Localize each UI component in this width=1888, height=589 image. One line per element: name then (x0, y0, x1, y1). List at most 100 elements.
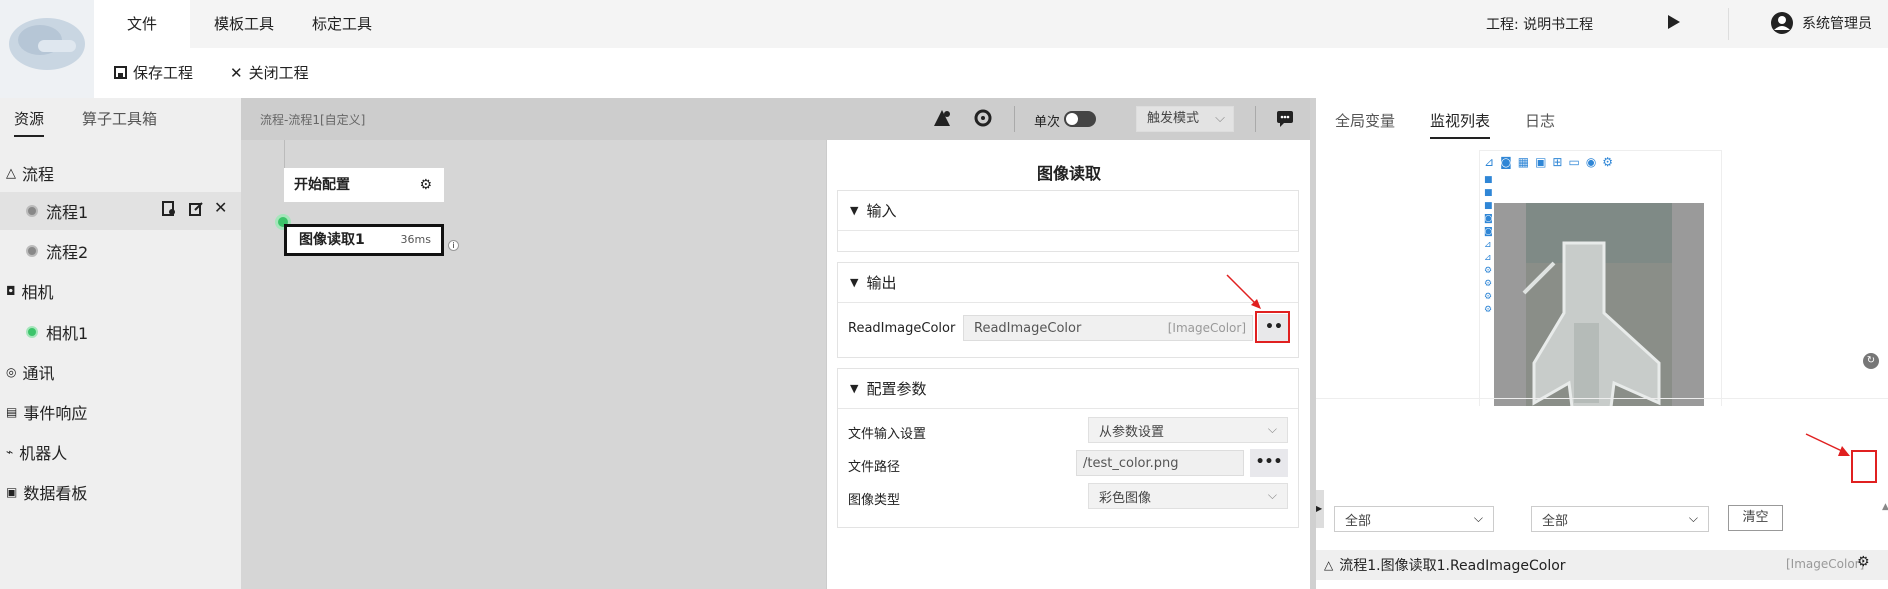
node-image-read[interactable]: 图像读取1 36ms (284, 224, 444, 256)
image-type-select[interactable]: 彩色图像 ⌵ (1088, 483, 1288, 509)
chevron-down-icon: ⌵ (1688, 511, 1698, 525)
filter2-value: 全部 (1542, 513, 1569, 529)
file-input-label: 文件输入设置 (848, 427, 927, 442)
chevron-down-icon: ⌵ (1267, 422, 1277, 436)
gear-icon[interactable]: ⚙ (419, 168, 432, 202)
tree-camera1[interactable]: 相机1 (0, 313, 241, 351)
tree-event[interactable]: ▤ 事件响应 (0, 393, 241, 431)
tree-comm[interactable]: ◎ 通讯 (0, 353, 241, 391)
triangle-down-icon: ▼ (850, 204, 859, 217)
chevron-down-icon: ⌵ (1267, 488, 1277, 502)
output-value: ReadImageColor (974, 320, 1082, 336)
tab-resources[interactable]: 资源 (14, 108, 45, 137)
clear-button[interactable]: 清空 (1728, 505, 1783, 531)
file-input-select[interactable]: 从参数设置 ⌵ (1088, 417, 1288, 443)
tool-a-button[interactable] (932, 108, 952, 132)
refresh-gear-icon (974, 109, 992, 127)
tree-board[interactable]: ▣ 数据看板 (0, 473, 241, 511)
tree-flow1[interactable]: 流程1 ✕ (0, 192, 241, 230)
output-name: ReadImageColor (848, 321, 956, 336)
divider (1728, 8, 1729, 40)
menu-calib-tools[interactable]: 标定工具 (294, 0, 390, 48)
gear-icon[interactable]: ⚙ (1857, 554, 1870, 570)
tree-label: 相机 (21, 283, 54, 302)
tab-watch-list[interactable]: 监视列表 (1430, 110, 1491, 139)
message-icon (1277, 111, 1293, 127)
annotation-arrow (1226, 274, 1261, 309)
menu-file[interactable]: 文件 (94, 0, 190, 48)
tree-label: 流程 (22, 165, 55, 184)
flow-icon: △ (1324, 558, 1334, 572)
close-label: 关闭工程 (248, 64, 309, 82)
triangle-down-icon: ▼ (850, 382, 859, 395)
user-menu[interactable]: 系统管理员 (1770, 11, 1872, 35)
board-icon: ▣ (6, 485, 18, 499)
circle-icon (26, 205, 38, 217)
output-type: [ImageColor] (1167, 321, 1246, 335)
edit-view-icon[interactable] (161, 201, 177, 221)
save-project-button[interactable]: 保存工程 (114, 62, 193, 83)
single-run-toggle[interactable] (1064, 111, 1096, 127)
watch-item-name: 流程1.图像读取1.ReadImageColor (1339, 558, 1566, 574)
triangle-down-icon: ▼ (850, 276, 859, 289)
tree-camera[interactable]: ◘ 相机 (0, 272, 241, 310)
file-path-label: 文件路径 (848, 460, 901, 475)
collapse-toggle[interactable]: ▶ (1316, 490, 1324, 528)
menu-template-tools[interactable]: 模板工具 (196, 0, 292, 48)
dispatch-icon (934, 110, 950, 126)
filter-select-1[interactable]: 全部 ⌵ (1334, 506, 1494, 532)
config-section-header[interactable]: ▼ 配置参数 (838, 369, 1298, 409)
input-section: ▼ 输入 (837, 190, 1299, 252)
edit-icon[interactable] (188, 201, 204, 221)
input-section-header[interactable]: ▼ 输入 (838, 191, 1298, 231)
annotation-box (1851, 450, 1877, 483)
image-type-label: 图像类型 (848, 493, 901, 508)
tree-label: 通讯 (22, 364, 55, 383)
right-panel: 全局变量 监视列表 日志 ⊿ ◙ ▦ ▣ ⊞ ▭ ◉ ⚙ ■ ■ ■ ◙ ◙ ⊿ ⊿ ⚙ ⚙ ⚙ ⚙ ↻ ▶ 全部… (1316, 98, 1888, 589)
tree-label: 流程1 (46, 203, 89, 222)
camera-icon: ◘ (6, 284, 16, 298)
file-input-value: 从参数设置 (1099, 424, 1165, 440)
save-label: 保存工程 (133, 64, 194, 82)
properties-panel: 图像读取 ▼ 输入 ▼ 输出 ReadImageColor ReadImageC… (826, 140, 1310, 589)
delete-icon[interactable]: ✕ (214, 198, 227, 217)
browse-button[interactable]: ••• (1250, 449, 1288, 477)
tree-flow2[interactable]: 流程2 (0, 232, 241, 270)
info-icon[interactable]: i (448, 240, 459, 251)
single-run-label: 单次 (1034, 115, 1061, 130)
reset-view-icon[interactable]: ↻ (1863, 353, 1879, 369)
close-icon: ✕ (230, 63, 243, 82)
file-path-input[interactable]: /test_color.png (1076, 450, 1244, 476)
node-start-config[interactable]: 开始配置 ⚙ (284, 168, 444, 202)
annotation-box (1255, 311, 1290, 343)
tool-b-button[interactable] (973, 108, 993, 132)
section-label: 输出 (866, 274, 897, 292)
tree-label: 数据看板 (23, 484, 88, 503)
message-button[interactable] (1276, 109, 1294, 131)
tree-robot[interactable]: ⌁ 机器人 (0, 433, 241, 471)
section-label: 配置参数 (866, 380, 927, 398)
circle-icon (26, 245, 38, 257)
node-label: 图像读取1 (299, 232, 365, 248)
close-project-button[interactable]: ✕ 关闭工程 (230, 62, 309, 83)
divider (1316, 398, 1888, 399)
preview-toolbar: ⊿ ◙ ▦ ▣ ⊞ ▭ ◉ ⚙ (1484, 155, 1614, 169)
breadcrumb: 流程-流程1[自定义] (260, 113, 366, 127)
tab-global-vars[interactable]: 全局变量 (1335, 110, 1395, 137)
output-value-field: ReadImageColor [ImageColor] (963, 315, 1253, 341)
watch-row[interactable]: △ 流程1.图像读取1.ReadImageColor [ImageColor] … (1316, 550, 1888, 580)
filter-select-2[interactable]: 全部 ⌵ (1531, 506, 1709, 532)
scroll-up-icon[interactable]: ▲ (1882, 502, 1888, 512)
divider (1014, 106, 1015, 132)
run-button[interactable] (1663, 12, 1683, 36)
play-icon (1668, 15, 1680, 29)
divider (1255, 106, 1256, 132)
tab-log[interactable]: 日志 (1525, 110, 1555, 137)
flow-icon: △ (6, 165, 16, 181)
tree-label: 相机1 (46, 324, 89, 343)
tree-flow[interactable]: △ 流程 (0, 154, 241, 192)
trigger-mode-select[interactable]: 触发模式 ⌵ (1136, 106, 1234, 132)
props-title: 图像读取 (1036, 164, 1101, 183)
tab-operator-toolbox[interactable]: 算子工具箱 (82, 108, 157, 135)
tree-label: 流程2 (46, 243, 89, 262)
